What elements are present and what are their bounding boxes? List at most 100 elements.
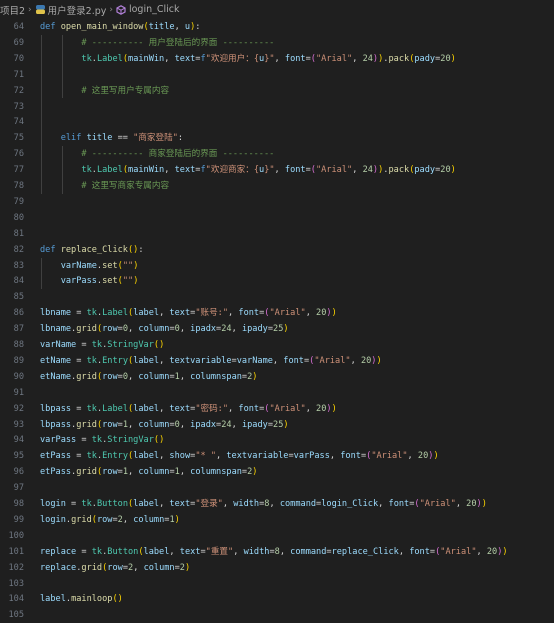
code-line[interactable]: 76 # ---------- 商家登陆后的界面 ---------- bbox=[0, 146, 554, 162]
line-number: 102 bbox=[8, 562, 24, 573]
code-token: "欢迎商家：{ bbox=[205, 165, 259, 176]
code-token: "登录" bbox=[195, 499, 223, 509]
code-token: row bbox=[102, 467, 118, 478]
code-token: StringVar bbox=[107, 340, 154, 350]
code-text: # ---------- 用户登陆后的界面 ---------- bbox=[40, 35, 274, 51]
code-line[interactable]: 100 bbox=[0, 528, 554, 544]
code-token: ) bbox=[174, 514, 180, 525]
line-number: 69 bbox=[13, 37, 24, 48]
code-token: grid bbox=[76, 467, 97, 478]
code-line[interactable]: 87 lbname.grid(row=0, column=0, ipadx=24,… bbox=[0, 321, 554, 337]
code-line[interactable]: 102 replace.grid(row=2, column=2) bbox=[0, 560, 554, 576]
line-number: 104 bbox=[8, 594, 24, 605]
code-token: 24 bbox=[362, 53, 373, 64]
code-line[interactable]: 88 varName = tk.StringVar() bbox=[0, 337, 554, 353]
code-text: varName.set("") bbox=[40, 258, 139, 274]
code-token: label bbox=[133, 499, 160, 509]
code-line[interactable]: 86 lbname = tk.Label(label, text="账号:", f… bbox=[0, 305, 554, 321]
code-line[interactable]: 84 varPass.set("") bbox=[0, 273, 554, 289]
code-token: , bbox=[231, 324, 242, 335]
breadcrumb-file-label: 用户登录2.py bbox=[47, 5, 107, 17]
line-number: 89 bbox=[13, 355, 24, 366]
code-token: ipadx bbox=[190, 419, 217, 430]
code-line[interactable]: 90 etName.grid(row=0, column=1, columnspa… bbox=[0, 369, 554, 385]
code-token: font bbox=[340, 451, 361, 462]
code-editor[interactable]: 64 def open_main_window(title, u): 69 # --… bbox=[0, 19, 554, 620]
code-line[interactable]: 73 bbox=[0, 99, 554, 115]
code-line[interactable]: 82 def replace_Click(): bbox=[0, 242, 554, 258]
code-token: columnspan bbox=[190, 467, 242, 478]
code-line[interactable]: 81 bbox=[0, 226, 554, 242]
code-line[interactable]: 83 varName.set("") bbox=[0, 258, 554, 274]
breadcrumb-symbol[interactable]: login_Click bbox=[116, 4, 180, 15]
code-token: 20 bbox=[417, 451, 429, 462]
code-token: = bbox=[71, 355, 87, 366]
code-line[interactable]: 95 etPass = tk.Entry(label, show="* ", te… bbox=[0, 448, 554, 464]
line-number: 91 bbox=[13, 387, 24, 398]
code-line[interactable]: 98 login = tk.Button(label, text="登录", wi… bbox=[0, 496, 554, 512]
code-line[interactable]: 99 login.grid(row=2, column=1) bbox=[0, 512, 554, 528]
code-line[interactable]: 77 tk.Label(mainWin, text=f"欢迎商家：{u}", f… bbox=[0, 162, 554, 178]
code-token: Button bbox=[107, 546, 139, 557]
code-line[interactable]: 85 bbox=[0, 289, 554, 305]
code-token: ) bbox=[433, 451, 439, 462]
line-number: 93 bbox=[13, 419, 24, 430]
code-token: ) bbox=[159, 435, 165, 446]
code-token: , bbox=[352, 53, 363, 64]
code-token: label bbox=[133, 308, 160, 319]
code-line[interactable]: 78 # 这里写商家专属内容 bbox=[0, 178, 554, 194]
code-line[interactable]: 105 bbox=[0, 607, 554, 623]
code-token: "Arial" bbox=[371, 451, 408, 462]
breadcrumb-file[interactable]: 用户登录2.py bbox=[35, 3, 107, 17]
code-token: ) bbox=[331, 308, 337, 319]
code-token: row bbox=[102, 371, 118, 382]
code-token: 20 bbox=[440, 165, 451, 176]
code-token: Label bbox=[102, 403, 128, 414]
code-line[interactable]: 75 elif title == "商家登陆": bbox=[0, 130, 554, 146]
code-token: text bbox=[169, 308, 191, 319]
line-number: 77 bbox=[13, 165, 24, 176]
code-line[interactable]: 96 etPass.grid(row=1, column=1, columnspa… bbox=[0, 464, 554, 480]
code-token: title bbox=[148, 22, 175, 32]
code-line[interactable]: 74 bbox=[0, 114, 554, 130]
line-number: 74 bbox=[13, 117, 24, 128]
code-token: lbname bbox=[40, 308, 72, 319]
code-line[interactable]: 93 lbpass.grid(row=1, column=0, ipadx=24,… bbox=[0, 417, 554, 433]
code-line[interactable]: 69 # ---------- 用户登陆后的界面 ---------- bbox=[0, 35, 554, 51]
code-token: etName bbox=[40, 355, 72, 366]
code-line[interactable]: 72 # 这里写用户专属内容 bbox=[0, 83, 554, 99]
code-text: etName.grid(row=0, column=1, columnspan=… bbox=[40, 369, 257, 385]
breadcrumb-folder[interactable]: 项目2 bbox=[0, 3, 25, 17]
line-number: 86 bbox=[13, 308, 24, 319]
code-token: mainWin bbox=[128, 53, 165, 64]
code-token: varName bbox=[236, 355, 273, 366]
code-text: varName = tk.StringVar() bbox=[40, 337, 164, 353]
code-token: , bbox=[279, 546, 291, 557]
code-line[interactable]: 70 tk.Label(mainWin, text=f"欢迎用户：{u}", f… bbox=[0, 51, 554, 67]
code-token: 20 bbox=[440, 53, 451, 64]
code-line[interactable]: 80 bbox=[0, 210, 554, 226]
code-token: text bbox=[179, 546, 201, 557]
code-line[interactable]: 89 etName = tk.Entry(label, textvariable=… bbox=[0, 353, 554, 369]
code-text: # 这里写用户专属内容 bbox=[40, 83, 169, 99]
code-line[interactable]: 94 varPass = tk.StringVar() bbox=[0, 432, 554, 448]
code-token: , bbox=[159, 499, 170, 509]
code-token: grid bbox=[76, 419, 97, 430]
code-token: "商家登陆" bbox=[133, 133, 178, 144]
code-token: , bbox=[305, 403, 317, 414]
code-token: ) bbox=[481, 499, 487, 509]
code-line[interactable]: 91 bbox=[0, 385, 554, 401]
code-line[interactable]: 92 lbpass = tk.Label(label, text="密码:", f… bbox=[0, 401, 554, 417]
code-line[interactable]: 64 def open_main_window(title, u): bbox=[0, 19, 554, 35]
code-token: tk bbox=[81, 53, 92, 64]
code-token: , bbox=[305, 308, 317, 319]
code-line[interactable]: 103 bbox=[0, 576, 554, 592]
code-token: ipady bbox=[241, 324, 268, 335]
code-text: tk.Label(mainWin, text=f"欢迎用户：{u}", font… bbox=[40, 51, 455, 67]
code-line[interactable]: 101 replace = tk.Button(label, text="重置",… bbox=[0, 544, 554, 560]
code-line[interactable]: 79 bbox=[0, 194, 554, 210]
code-token: mainWin bbox=[128, 165, 165, 176]
code-token: etPass bbox=[40, 451, 72, 462]
code-line[interactable]: 71 bbox=[0, 67, 554, 83]
code-line[interactable]: 104 label.mainloop() bbox=[0, 591, 554, 607]
